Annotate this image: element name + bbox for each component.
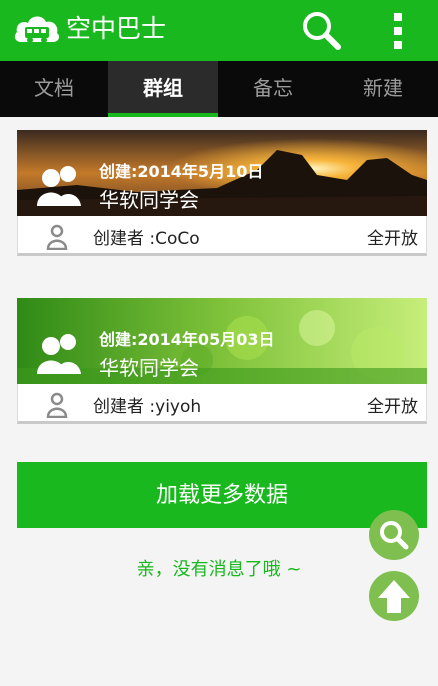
app-bar: 空中巴士 <box>0 0 438 61</box>
load-more-button[interactable]: 加载更多数据 <box>17 462 427 528</box>
floating-search-button[interactable] <box>369 510 419 560</box>
visibility-label: 全开放 <box>367 229 418 249</box>
scroll-top-button[interactable] <box>369 571 419 621</box>
person-icon <box>46 392 68 418</box>
group-icon <box>37 166 81 206</box>
group-name: 华软同学会 <box>99 188 199 212</box>
overflow-menu-icon[interactable] <box>384 10 412 52</box>
tab-documents[interactable]: 文档 <box>0 61 108 117</box>
arrow-up-icon <box>378 580 410 613</box>
group-info-row: 创建者 :yiyoh 全开放 <box>17 384 427 424</box>
tab-bar: 文档 群组 备忘 新建 <box>0 61 438 117</box>
creator-label: 创建者 :CoCo <box>93 229 200 249</box>
group-info-row: 创建者 :CoCo 全开放 <box>17 216 427 256</box>
search-icon <box>380 521 409 550</box>
search-icon[interactable] <box>298 8 346 54</box>
bus-cloud-logo-icon <box>14 16 60 43</box>
group-card[interactable]: 创建:2014年5月10日 华软同学会 创建者 :CoCo 全开放 <box>17 130 427 256</box>
tab-memos[interactable]: 备忘 <box>218 61 328 117</box>
tab-groups[interactable]: 群组 <box>108 61 218 117</box>
group-icon <box>37 334 81 374</box>
group-card[interactable]: 创建:2014年05月03日 华软同学会 创建者 :yiyoh 全开放 <box>17 298 427 424</box>
app-title: 空中巴士 <box>66 14 167 43</box>
creator-label: 创建者 :yiyoh <box>93 397 202 417</box>
visibility-label: 全开放 <box>367 397 418 417</box>
group-banner: 创建:2014年05月03日 华软同学会 <box>17 298 427 384</box>
created-date: 创建:2014年5月10日 <box>99 162 264 181</box>
group-banner: 创建:2014年5月10日 华软同学会 <box>17 130 427 216</box>
group-name: 华软同学会 <box>99 356 199 380</box>
created-date: 创建:2014年05月03日 <box>99 330 275 349</box>
person-icon <box>46 224 68 250</box>
tab-new[interactable]: 新建 <box>328 61 438 117</box>
